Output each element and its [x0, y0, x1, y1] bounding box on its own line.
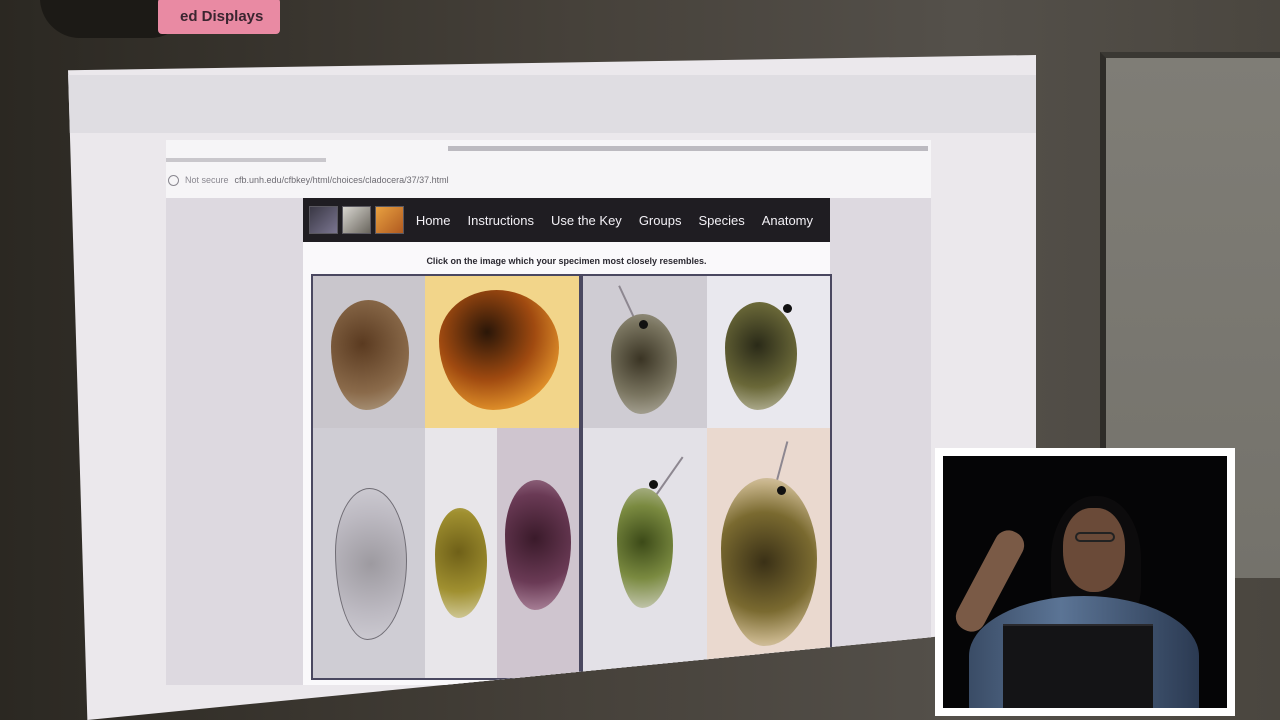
specimen-organism [335, 488, 407, 640]
specimen-image-6[interactable] [583, 276, 707, 428]
specimen-organism [505, 480, 571, 610]
site-container: Home Instructions Use the Key Groups Spe… [303, 198, 832, 685]
speaker-face [1063, 508, 1125, 592]
specimen-organism [439, 290, 559, 410]
specimen-image-4[interactable] [425, 428, 497, 678]
nav-groups[interactable]: Groups [639, 213, 682, 228]
specimen-choice-left[interactable] [311, 274, 581, 680]
eye-dot [649, 480, 658, 489]
tab-indicator[interactable] [166, 158, 326, 162]
screen-header-band [68, 75, 1036, 133]
instruction-text: Click on the image which your specimen m… [426, 256, 707, 266]
specimen-image-7[interactable] [707, 276, 830, 428]
eye-dot [783, 304, 792, 313]
orange-specimen-thumb-icon[interactable] [374, 206, 404, 234]
nav-species[interactable]: Species [698, 213, 744, 228]
specimen-choice-right[interactable] [581, 274, 832, 680]
nav-use-the-key[interactable]: Use the Key [551, 213, 622, 228]
copepod-thumb-icon[interactable] [341, 206, 371, 234]
speaker-video-inset [935, 448, 1235, 716]
address-bar[interactable]: Not secure cfb.unh.edu/cfbkey/html/choic… [166, 168, 933, 192]
top-badge: ed Displays [40, 0, 280, 38]
specimen-organism [331, 300, 409, 410]
specimen-image-5[interactable] [497, 428, 579, 678]
badge-label: ed Displays [158, 0, 280, 34]
tab-bar [448, 146, 928, 151]
nav-instructions[interactable]: Instructions [468, 213, 534, 228]
specimen-organism [611, 314, 677, 414]
specimen-image-9[interactable] [707, 428, 830, 678]
url-text[interactable]: cfb.unh.edu/cfbkey/html/choices/cladocer… [235, 175, 449, 185]
browser-window: Not secure cfb.unh.edu/cfbkey/html/choic… [166, 140, 931, 685]
eye-dot [777, 486, 786, 495]
specimen-image-1[interactable] [313, 276, 425, 428]
projection-screen: Not secure cfb.unh.edu/cfbkey/html/choic… [68, 55, 1036, 720]
nav-home[interactable]: Home [416, 213, 451, 228]
nav-anatomy[interactable]: Anatomy [762, 213, 813, 228]
tab-strip [166, 140, 931, 170]
security-label: Not secure [185, 175, 229, 185]
speaker-video [943, 456, 1227, 708]
specimen-organism [725, 302, 797, 410]
specimen-organism [617, 488, 673, 608]
laptop [1003, 624, 1153, 708]
page-area: Home Instructions Use the Key Groups Spe… [166, 198, 931, 685]
specimen-image-8[interactable] [583, 428, 707, 678]
specimen-image-3[interactable] [313, 428, 425, 678]
specimen-organism [721, 478, 817, 646]
specimen-image-2[interactable] [425, 276, 579, 428]
info-icon[interactable] [168, 174, 179, 186]
daphnia-thumb-icon[interactable] [309, 206, 338, 234]
antenna [653, 456, 684, 499]
glasses-icon [1075, 532, 1115, 542]
eye-dot [639, 320, 648, 329]
antenna [775, 441, 789, 485]
nav-links: Home Instructions Use the Key Groups Spe… [416, 213, 830, 228]
site-nav: Home Instructions Use the Key Groups Spe… [303, 198, 830, 242]
specimen-organism [435, 508, 487, 618]
